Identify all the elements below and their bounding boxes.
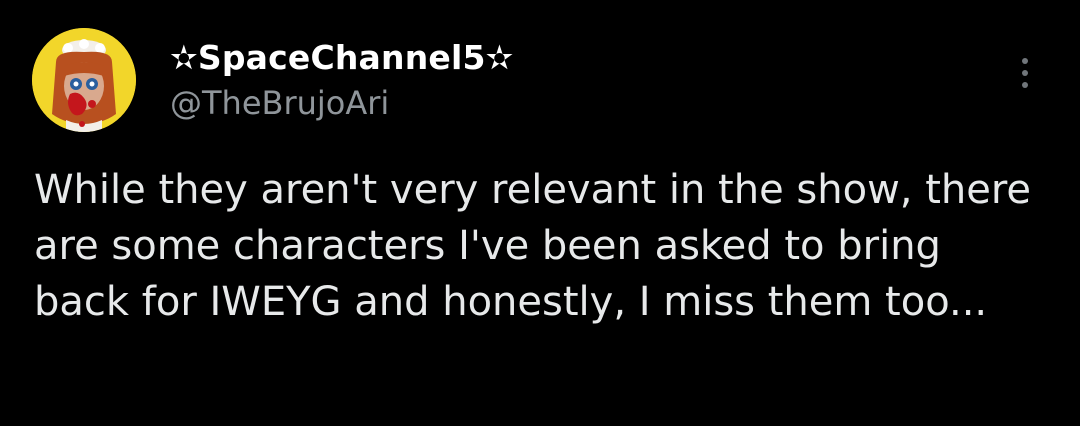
- more-options-icon[interactable]: [1010, 52, 1040, 94]
- doll-avatar-icon: [32, 28, 136, 132]
- more-dot: [1022, 70, 1028, 76]
- author-avatar[interactable]: [32, 28, 136, 132]
- tweet-text: While they aren't very relevant in the s…: [34, 167, 1032, 325]
- more-dot: [1022, 58, 1028, 64]
- more-dot: [1022, 82, 1028, 88]
- author-display-name[interactable]: ✫SpaceChannel5✫: [170, 38, 514, 77]
- tweet-card: ✫SpaceChannel5✫ @TheBrujoAri While they …: [0, 0, 1080, 426]
- author-handle[interactable]: @TheBrujoAri: [170, 84, 389, 122]
